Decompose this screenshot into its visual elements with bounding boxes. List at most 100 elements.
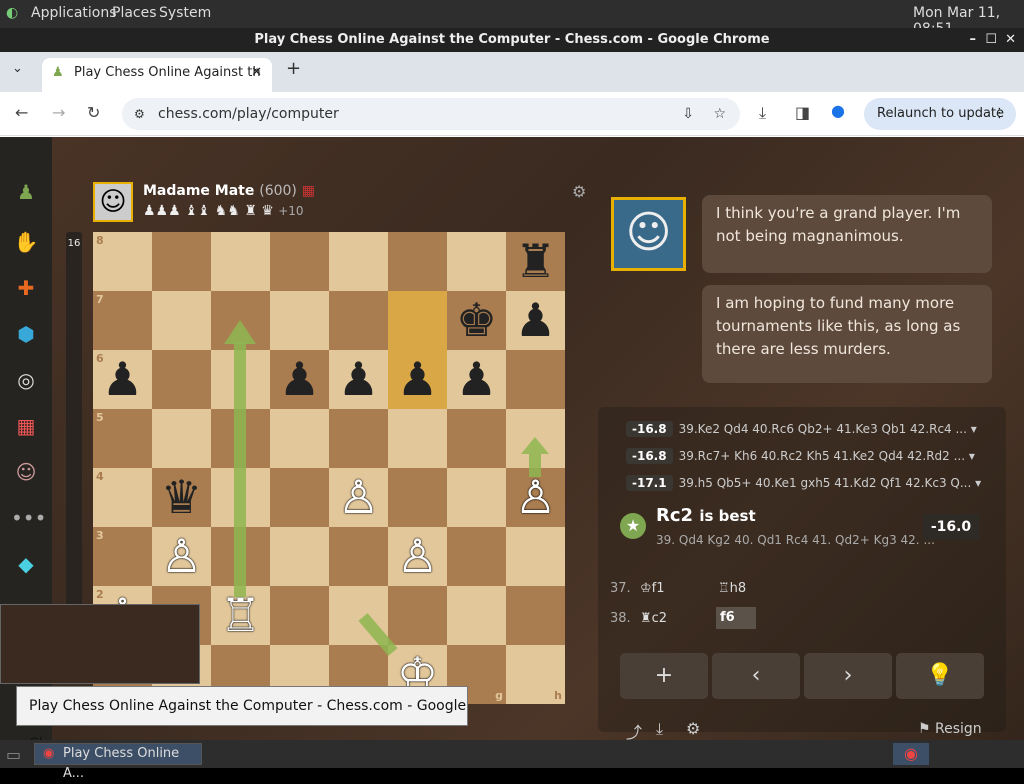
chat-message: I am hoping to fund many more tournament… bbox=[716, 294, 961, 358]
chrome-icon: ◉ bbox=[43, 746, 55, 761]
chevron-down-icon[interactable]: ▾ bbox=[971, 422, 977, 436]
learn-icon[interactable]: ⬢ bbox=[11, 319, 41, 349]
more-icon[interactable]: ••• bbox=[11, 503, 46, 533]
distro-logo-icon[interactable]: ◐ bbox=[6, 5, 18, 21]
engine-line[interactable]: -17.1 39.h5 Qb5+ 40.Ke1 gxh5 41.Kd2 Qf1 4… bbox=[626, 475, 981, 497]
relaunch-label: Relaunch to update bbox=[877, 106, 1005, 121]
taskbar-chrome-item[interactable]: ◉ Play Chess Online A... bbox=[34, 743, 202, 781]
system-top-bar: ◐ Applications Places System Mon Mar 11,… bbox=[0, 0, 1024, 37]
opponent-rating: (600) bbox=[259, 183, 297, 199]
engine-eval: -16.8 bbox=[626, 448, 673, 464]
material-advantage: +10 bbox=[278, 204, 304, 218]
hint-button[interactable]: 💡 bbox=[896, 653, 984, 699]
downloads-icon[interactable]: ⤓ bbox=[759, 103, 766, 123]
download-icon[interactable]: ⤓ bbox=[656, 719, 663, 739]
side-panel-icon[interactable]: ◨ bbox=[795, 103, 810, 122]
install-app-icon[interactable]: ⇩ bbox=[682, 98, 694, 130]
move-white[interactable]: ♜c2 bbox=[640, 611, 667, 626]
site-info-icon[interactable]: ⚙ bbox=[134, 98, 145, 130]
move-white-piece: ♜ bbox=[640, 611, 652, 626]
close-window-icon[interactable]: ✕ bbox=[1005, 28, 1016, 52]
chesscom-logo-icon[interactable]: ♟ bbox=[11, 177, 41, 207]
engine-moves: 39.h5 Qb5+ 40.Ke1 gxh5 41.Kd2 Qf1 42.Kc3… bbox=[678, 476, 972, 490]
move-black-piece: ♖ bbox=[718, 581, 730, 596]
profile-avatar-icon[interactable]: ● bbox=[831, 101, 845, 120]
opponent-name-text: Madame Mate bbox=[143, 183, 255, 199]
move-white-square: c2 bbox=[651, 611, 668, 626]
opponent-name[interactable]: Madame Mate (600) ▦ bbox=[143, 183, 315, 199]
reload-icon[interactable]: ↻ bbox=[87, 103, 100, 122]
move-number: 38. bbox=[610, 611, 631, 626]
minimize-icon[interactable]: – bbox=[970, 28, 977, 52]
move-white[interactable]: ♔f1 bbox=[640, 581, 665, 596]
show-desktop-icon[interactable]: ▭ bbox=[6, 745, 21, 764]
applications-menu[interactable]: Applications bbox=[31, 5, 117, 21]
browser-toolbar: ← → ↻ ⚙ chess.com/play/computer ⇩ ☆ ⤓ ◨ … bbox=[0, 92, 1024, 136]
tab-search-icon[interactable]: ⌄ bbox=[12, 61, 23, 76]
move-black[interactable]: ♖h8 bbox=[718, 581, 746, 596]
chess-favicon-icon: ♟ bbox=[52, 65, 64, 80]
workspace-chrome-icon[interactable]: ◉ bbox=[893, 743, 929, 765]
best-move-star-icon: ★ bbox=[620, 513, 646, 539]
maximize-icon[interactable]: ☐ bbox=[985, 28, 997, 52]
resign-label: Resign bbox=[935, 721, 982, 737]
places-menu[interactable]: Places bbox=[112, 5, 157, 21]
resign-button[interactable]: ⚑ Resign bbox=[918, 721, 982, 737]
best-move-title: Rc2 is best bbox=[656, 505, 756, 526]
news-icon[interactable]: ▦ bbox=[11, 411, 41, 441]
new-game-button[interactable]: + bbox=[620, 653, 708, 699]
tab-title: Play Chess Online Against th bbox=[74, 65, 261, 80]
move-number: 37. bbox=[610, 581, 631, 596]
premium-diamond-icon[interactable]: ◆ bbox=[11, 549, 41, 579]
bot-avatar: ☺ bbox=[611, 197, 686, 271]
play-icon[interactable]: ✋ bbox=[11, 227, 41, 257]
watch-icon[interactable]: ◎ bbox=[11, 365, 41, 395]
system-menu[interactable]: System bbox=[159, 5, 211, 21]
opponent-avatar[interactable]: ☺ bbox=[93, 182, 133, 222]
settings-gear-icon[interactable]: ⚙ bbox=[572, 182, 586, 201]
window-title-bar: Play Chess Online Against the Computer -… bbox=[0, 28, 1024, 52]
chat-bubble: I am hoping to fund many more tournament… bbox=[702, 285, 992, 383]
window-title: Play Chess Online Against the Computer -… bbox=[254, 32, 770, 47]
engine-line[interactable]: -16.8 39.Rc7+ Kh6 40.Rc2 Kh5 41.Ke2 Qd4 4… bbox=[626, 448, 975, 470]
forward-icon[interactable]: → bbox=[52, 103, 65, 122]
game-settings-gear-icon[interactable]: ⚙ bbox=[686, 719, 700, 738]
url-text: chess.com/play/computer bbox=[158, 106, 339, 122]
chevron-down-icon[interactable]: ▾ bbox=[969, 449, 975, 463]
back-icon[interactable]: ← bbox=[15, 103, 28, 122]
arrow-c-head bbox=[224, 320, 256, 344]
share-icon[interactable]: ⤴ bbox=[626, 719, 642, 740]
flag-resign-icon: ⚑ bbox=[918, 721, 931, 737]
arrow-e-line bbox=[358, 613, 398, 656]
engine-moves: 39.Rc7+ Kh6 40.Rc2 Kh5 41.Ke2 Qd4 42.Rd2… bbox=[678, 449, 966, 463]
engine-eval: -16.8 bbox=[626, 421, 673, 437]
best-move-label: is best bbox=[699, 507, 756, 525]
previous-move-button[interactable]: ‹ bbox=[712, 653, 800, 699]
new-tab-button[interactable]: + bbox=[286, 58, 301, 79]
eval-bar: 16 bbox=[66, 232, 82, 632]
captured-pieces: ♟♟♟ ♝♝ ♞♞ ♜ ♛ +10 bbox=[143, 203, 304, 219]
next-move-button[interactable]: › bbox=[804, 653, 892, 699]
relaunch-button[interactable]: Relaunch to update ⋮ bbox=[864, 98, 1016, 130]
tab-strip: ⌄ ♟ Play Chess Online Against th ✕ + bbox=[0, 52, 1024, 92]
best-move-line: 39. Qd4 Kg2 40. Qd1 Rc4 41. Qd2+ Kg3 42.… bbox=[656, 533, 935, 547]
taskbar-item-label: Play Chess Online A... bbox=[63, 746, 180, 781]
tab-chess[interactable]: ♟ Play Chess Online Against th ✕ bbox=[42, 58, 272, 92]
engine-eval: -17.1 bbox=[626, 475, 673, 491]
tab-close-icon[interactable]: ✕ bbox=[251, 58, 262, 88]
engine-line[interactable]: -16.8 39.Ke2 Qd4 40.Rc6 Qb2+ 41.Ke3 Qb1 4… bbox=[626, 421, 977, 443]
best-move-eval: -16.0 bbox=[923, 514, 979, 540]
best-move: Rc2 bbox=[656, 505, 694, 526]
chat-bubble: I think you're a grand player. I'm not b… bbox=[702, 195, 992, 273]
taskbar: ▭ ◉ Play Chess Online A... ◉ bbox=[0, 740, 1024, 781]
bookmark-star-icon[interactable]: ☆ bbox=[713, 98, 726, 130]
puzzles-icon[interactable]: ✚ bbox=[11, 273, 41, 303]
address-bar[interactable]: ⚙ chess.com/play/computer ⇩ ☆ bbox=[122, 98, 740, 130]
more-menu-icon[interactable]: ⋮ bbox=[993, 98, 1006, 130]
social-icon[interactable]: ☺ bbox=[11, 457, 41, 487]
chevron-down-icon[interactable]: ▾ bbox=[975, 476, 981, 490]
move-black-current[interactable]: f6 bbox=[716, 607, 756, 629]
move-white-piece: ♔ bbox=[640, 581, 652, 596]
taskbar-tooltip: Play Chess Online Against the Computer -… bbox=[16, 686, 468, 752]
window-preview-thumbnail[interactable] bbox=[0, 604, 200, 684]
